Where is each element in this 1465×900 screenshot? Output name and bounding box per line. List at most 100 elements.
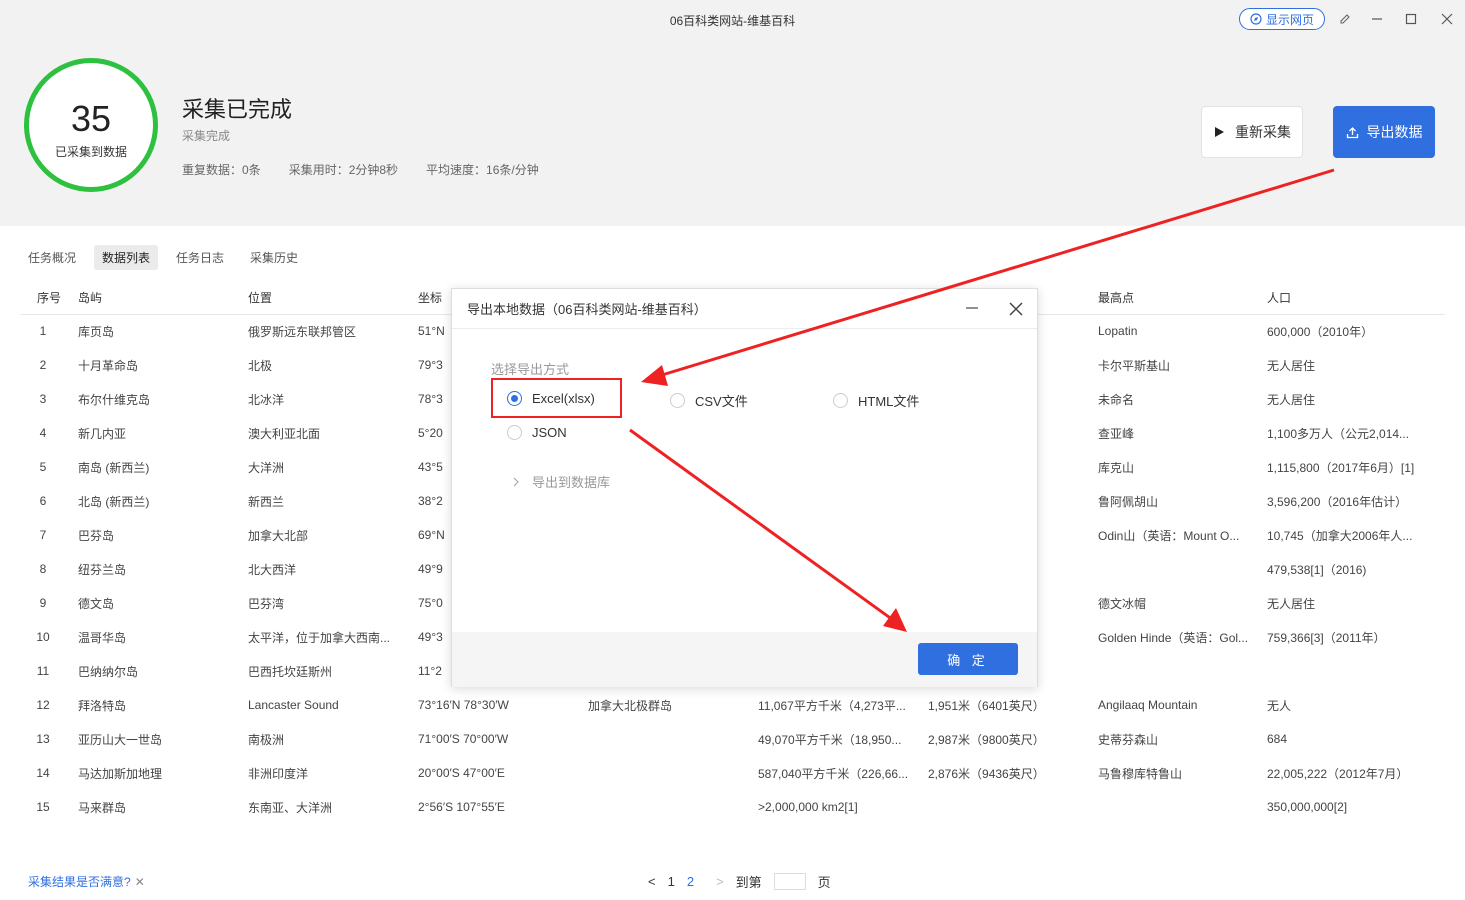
edit-icon[interactable] (1334, 8, 1356, 30)
radio-html[interactable] (833, 393, 848, 408)
minimize-icon[interactable] (1366, 8, 1388, 30)
show-web-button[interactable]: 显示网页 (1239, 8, 1325, 30)
table-cell (1267, 654, 1445, 688)
table-cell: 十月革命岛 (78, 358, 139, 373)
close-window-icon[interactable] (1436, 8, 1458, 30)
table-cell: 亚历山大一世岛 (78, 732, 163, 747)
page-2[interactable]: 2 (687, 874, 694, 889)
table-cell: 巴纳纳尔岛 (78, 664, 139, 679)
export-label: 导出数据 (1366, 124, 1423, 140)
tab-bar: 任务概况 数据列表 任务日志 采集历史 (20, 245, 306, 270)
export-method-label: 选择导出方式 (491, 362, 570, 377)
table-cell: 22,005,222（2012年7月） (1267, 766, 1409, 781)
feedback-link[interactable]: 采集结果是否满意? ✕ (28, 873, 145, 890)
table-cell: Angilaaq Mountain (1098, 698, 1198, 712)
table-cell: 澳大利亚北面 (248, 426, 321, 441)
dialog-minimize-icon[interactable] (964, 299, 980, 315)
table-cell: 加拿大北部 (248, 528, 309, 543)
goto-label: 到第 (735, 875, 762, 890)
tab-history[interactable]: 采集历史 (242, 245, 306, 270)
table-cell: 10 (36, 630, 50, 644)
column-header[interactable]: 位置 (248, 282, 418, 315)
table-cell: 德文岛 (78, 596, 115, 611)
table-cell: 南极洲 (248, 732, 285, 747)
chevron-right-icon (513, 477, 519, 486)
table-cell: 马来群岛 (78, 800, 127, 815)
page-1[interactable]: 1 (668, 874, 675, 889)
table-cell (1098, 654, 1267, 688)
option-csv[interactable]: CSV文件 (670, 391, 748, 410)
show-web-label: 显示网页 (1265, 12, 1314, 27)
table-cell (588, 722, 758, 756)
table-cell: 49,070平方千米（18,950... (758, 732, 902, 747)
table-cell: 3 (39, 392, 47, 406)
table-cell: 600,000（2010年） (1267, 324, 1374, 339)
table-cell: 库克山 (1098, 460, 1135, 475)
table-cell: 20°00′S 47°00′E (418, 766, 505, 780)
table-cell: 南岛 (新西兰) (78, 460, 150, 475)
radio-csv[interactable] (670, 393, 685, 408)
option-json[interactable]: JSON (507, 425, 567, 440)
confirm-button[interactable]: 确 定 (918, 643, 1018, 675)
table-cell: 10,745（加拿大2006年人... (1267, 528, 1413, 543)
prev-page-icon[interactable]: < (648, 874, 656, 889)
table-cell (928, 790, 1098, 824)
table-cell: 7 (39, 528, 47, 542)
dialog-title: 导出本地数据（06百科类网站-维基百科） (467, 302, 707, 317)
tab-overview[interactable]: 任务概况 (20, 245, 84, 270)
table-cell: 9 (39, 596, 47, 610)
table-cell: 2 (39, 358, 47, 372)
table-row[interactable]: 15 马来群岛 东南亚、大洋洲 2°56′S 107°55′E >2,000,000 k… (20, 790, 1445, 824)
column-header[interactable]: 最高点 (1098, 282, 1267, 315)
table-cell: 13 (36, 732, 50, 746)
table-row[interactable]: 12 拜洛特岛 Lancaster Sound 73°16′N 78°30′W 加拿大北… (20, 688, 1445, 722)
table-cell: 587,040平方千米（226,66... (758, 766, 909, 781)
table-cell: 查亚峰 (1098, 426, 1135, 441)
table-cell: 479,538[1]（2016) (1267, 562, 1367, 577)
table-cell: 加拿大北极群岛 (588, 698, 673, 713)
table-cell: Golden Hinde（英语：Gol... (1098, 630, 1249, 645)
page-suffix: 页 (817, 875, 831, 890)
table-cell: 俄罗斯远东联邦管区 (248, 324, 357, 339)
dialog-close-icon[interactable] (1006, 299, 1026, 319)
table-row[interactable]: 13 亚历山大一世岛 南极洲 71°00′S 70°00′W 49,070平方千米（18… (20, 722, 1445, 756)
export-data-button[interactable]: 导出数据 (1333, 106, 1435, 158)
table-cell: 新西兰 (248, 494, 285, 509)
table-cell: 卡尔平斯基山 (1098, 358, 1171, 373)
table-cell: 无人居住 (1267, 358, 1316, 373)
tab-data-list[interactable]: 数据列表 (94, 245, 159, 270)
table-cell (588, 790, 758, 824)
table-cell: 北岛 (新西兰) (78, 494, 150, 509)
table-cell (588, 756, 758, 790)
table-cell: 巴芬岛 (78, 528, 115, 543)
table-cell: 巴西托坎廷斯州 (248, 664, 333, 679)
table-cell: 德文冰帽 (1098, 596, 1147, 611)
column-header[interactable]: 人口 (1267, 282, 1445, 315)
export-to-database[interactable]: 导出到数据库 (512, 472, 610, 491)
table-cell: 非洲印度洋 (248, 766, 309, 781)
maximize-icon[interactable] (1400, 8, 1422, 30)
column-header[interactable]: 序号 (20, 282, 78, 315)
tab-log[interactable]: 任务日志 (168, 245, 232, 270)
table-cell: 拜洛特岛 (78, 698, 127, 713)
close-feedback-icon[interactable]: ✕ (135, 875, 145, 889)
restart-button[interactable]: 重新采集 (1201, 106, 1303, 158)
table-row[interactable]: 14 马达加斯加地理 非洲印度洋 20°00′S 47°00′E 587,040平方千米… (20, 756, 1445, 790)
table-cell: 北冰洋 (248, 392, 285, 407)
stats-row: 重复数据：0条 采集用时：2分钟8秒 平均速度：16条/分钟 (182, 161, 539, 178)
table-cell: 2°56′S 107°55′E (418, 800, 505, 814)
goto-page-input[interactable] (773, 873, 806, 890)
table-cell: Lancaster Sound (248, 698, 339, 712)
radio-json[interactable] (507, 425, 522, 440)
table-cell: 马鲁穆库特鲁山 (1098, 766, 1183, 781)
table-cell: 纽芬兰岛 (78, 562, 127, 577)
table-cell: 11 (36, 664, 50, 678)
column-header[interactable]: 岛屿 (78, 282, 248, 315)
export-to-database-label: 导出到数据库 (532, 475, 611, 490)
option-html[interactable]: HTML文件 (833, 391, 919, 410)
table-cell: 5 (39, 460, 47, 474)
table-cell: 2,987米（9800英尺） (928, 732, 1045, 747)
stat-duplicates: 重复数据：0条 (182, 163, 261, 177)
table-cell: 1,115,800（2017年6月）[1] (1267, 460, 1415, 475)
next-page-icon[interactable]: > (716, 874, 724, 889)
